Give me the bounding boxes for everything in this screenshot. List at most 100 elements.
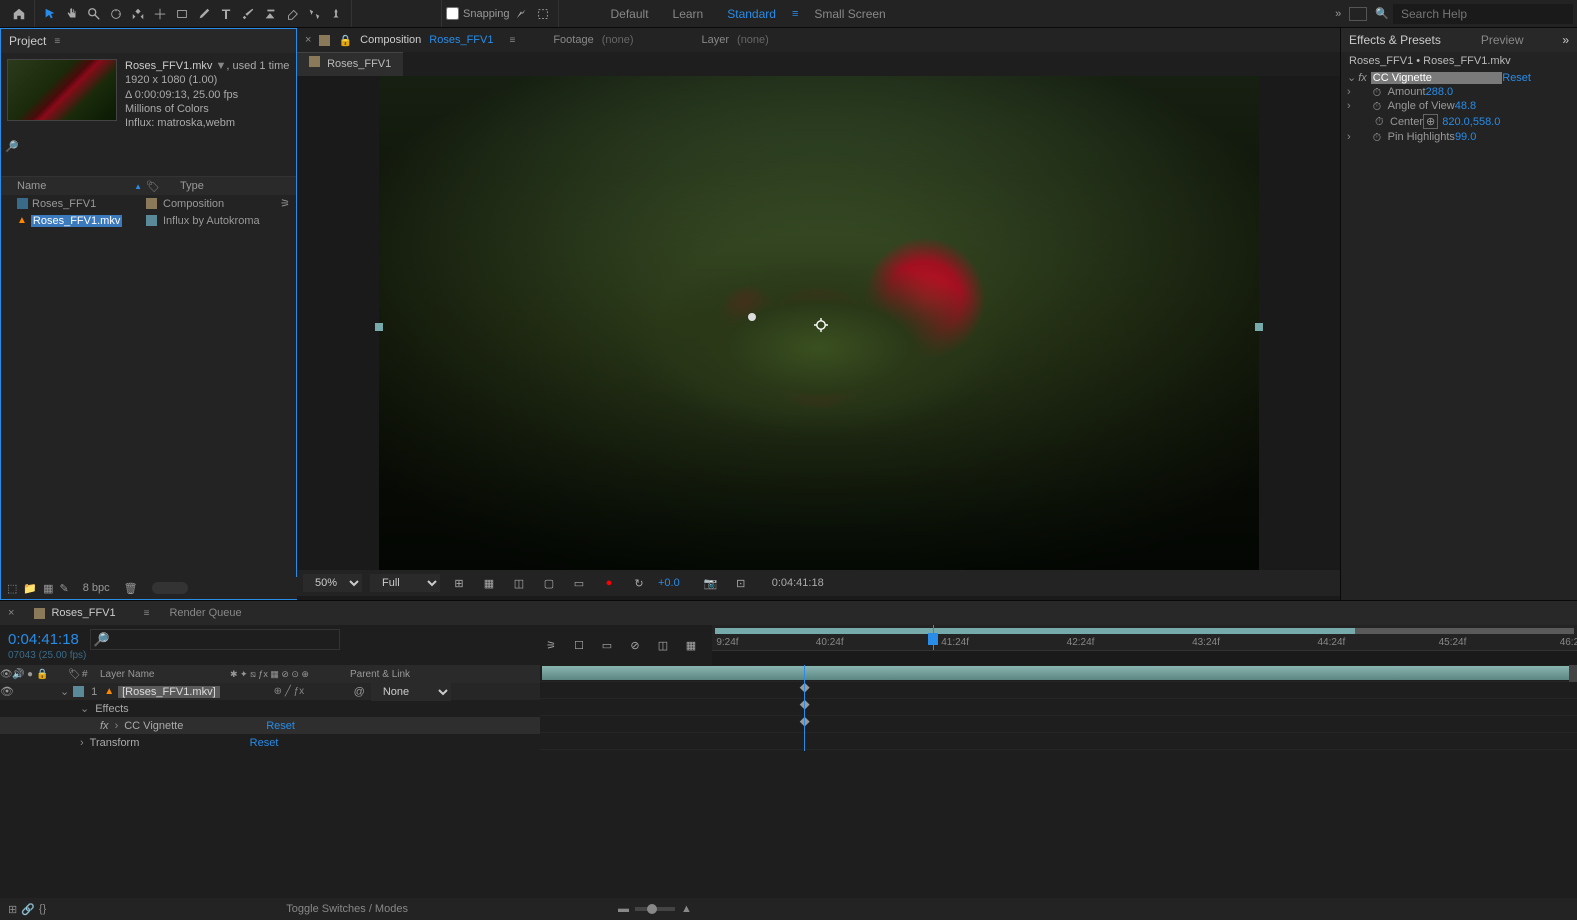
home-icon[interactable] [8, 3, 30, 25]
col-type-header[interactable]: Type [160, 180, 204, 192]
expand-icon[interactable]: › [1347, 131, 1351, 143]
timeline-tracks[interactable] [540, 665, 1577, 751]
expand-icon[interactable]: ⌄ [60, 685, 69, 698]
fx-icon[interactable]: fx [100, 720, 109, 732]
expand-icon[interactable]: ⌄ [80, 702, 89, 715]
rectangle-tool-icon[interactable] [171, 3, 193, 25]
close-tab-icon[interactable]: × [8, 607, 14, 619]
crosshair-icon[interactable]: ⊕ [1423, 114, 1438, 129]
scrollbar[interactable] [1569, 665, 1577, 682]
toggle-view-icon[interactable]: ⊞ [8, 903, 17, 916]
effects-group[interactable]: Effects [95, 703, 128, 715]
layer-label[interactable]: Layer [702, 34, 730, 46]
snapshot-icon[interactable]: 📷 [700, 572, 722, 594]
stopwatch-icon[interactable]: ⏱ [1373, 132, 1384, 143]
tab-menu-icon[interactable]: ≡ [144, 608, 150, 619]
col-layer[interactable]: Layer Name [100, 669, 230, 680]
label-col-icon[interactable]: 🏷 [68, 669, 82, 680]
pan-behind-tool-icon[interactable] [149, 3, 171, 25]
camera-tool-icon[interactable] [127, 3, 149, 25]
zoom-out-icon[interactable]: ▬ [618, 903, 629, 915]
snap-bounds-icon[interactable] [532, 3, 554, 25]
folder-new-icon[interactable]: 📁 [23, 582, 37, 595]
grid-icon[interactable]: ⊞ [448, 572, 470, 594]
prop-center-value[interactable]: 820.0,558.0 [1442, 116, 1500, 128]
expand-icon[interactable]: › [1347, 86, 1351, 98]
effect-name[interactable]: CC Vignette [1371, 72, 1502, 84]
show-snapshot-icon[interactable]: ⊡ [730, 572, 752, 594]
reset-exposure-icon[interactable]: ↻ [628, 572, 650, 594]
label-color[interactable] [73, 686, 84, 697]
zoom-in-icon[interactable]: ▲ [681, 903, 692, 915]
prop-angle-value[interactable]: 48.8 [1455, 100, 1476, 112]
comp-new-icon[interactable]: ▦ [43, 582, 53, 595]
reset-link[interactable]: Reset [250, 737, 279, 749]
workspace-standard[interactable]: Standard [715, 7, 788, 21]
timeline-frames[interactable]: 07043 (25.00 fps) [8, 650, 532, 661]
rotate-tool-icon[interactable] [105, 3, 127, 25]
col-name-header[interactable]: Name [17, 180, 46, 192]
frame-blend-icon[interactable]: ⊘ [624, 634, 646, 656]
project-item-mkv[interactable]: ▲Roses_FFV1.mkv Influx by Autokroma [1, 212, 296, 229]
motion-blur-icon[interactable]: ◫ [652, 634, 674, 656]
comp-menu-icon[interactable]: ≡ [509, 35, 515, 46]
lock-col-icon[interactable]: 🔒 [36, 669, 48, 680]
snap-option-icon[interactable] [510, 3, 532, 25]
playhead-line[interactable] [804, 665, 805, 751]
expand-icon[interactable]: › [115, 720, 119, 732]
adjust-icon[interactable]: ✎ [60, 582, 69, 595]
expand-icon[interactable]: › [1347, 100, 1351, 112]
mask-icon[interactable]: ▦ [478, 572, 500, 594]
workspace-menu-icon[interactable]: ≡ [792, 8, 798, 20]
project-item-comp[interactable]: Roses_FFV1 Composition ⚞ [1, 195, 296, 212]
resolution-dropdown[interactable]: Full [370, 574, 440, 592]
stopwatch-icon[interactable]: ⏱ [1373, 87, 1384, 98]
layer-name[interactable]: [Roses_FFV1.mkv] [118, 686, 220, 698]
overflow-icon[interactable]: » [1335, 8, 1341, 20]
zoom-slider[interactable] [635, 907, 675, 911]
selection-tool-icon[interactable] [39, 3, 61, 25]
pin-tool-icon[interactable] [325, 3, 347, 25]
graph-editor-icon[interactable]: ▦ [680, 634, 702, 656]
anchor-icon[interactable] [814, 318, 824, 328]
hand-tool-icon[interactable] [61, 3, 83, 25]
stopwatch-icon[interactable]: ⏱ [1375, 116, 1386, 127]
parent-dropdown[interactable]: None [371, 683, 451, 701]
eye-icon[interactable]: 👁 [0, 685, 12, 698]
stopwatch-icon[interactable]: ⏱ [1373, 101, 1384, 112]
pen-tool-icon[interactable] [193, 3, 215, 25]
composition-viewer[interactable] [297, 76, 1340, 570]
snapping-checkbox[interactable]: Snapping [446, 7, 510, 20]
panels-icon[interactable] [1349, 7, 1367, 21]
flowchart-icon[interactable]: ⚞ [280, 197, 290, 210]
toggle-switches-button[interactable]: Toggle Switches / Modes [286, 903, 408, 915]
workspace-learn[interactable]: Learn [661, 7, 716, 21]
transparency-icon[interactable]: ▢ [538, 572, 560, 594]
solo-col-icon[interactable]: ● [24, 669, 36, 680]
zoom-tool-icon[interactable] [83, 3, 105, 25]
expand-icon[interactable]: ⌄ [1347, 71, 1356, 84]
search-help-input[interactable] [1393, 4, 1573, 24]
panel-menu-icon[interactable]: ≡ [54, 36, 60, 47]
timeline-ruler[interactable]: 9:24f 40:24f 41:24f 42:24f 43:24f 44:24f… [712, 625, 1577, 651]
overflow-icon[interactable]: » [1562, 33, 1569, 47]
expand-icon[interactable]: › [80, 737, 84, 749]
lock-icon[interactable]: 🔒 [338, 34, 352, 47]
interpret-icon[interactable]: ⬚ [7, 582, 17, 595]
comp-name[interactable]: Roses_FFV1 [429, 34, 493, 46]
slider[interactable] [152, 582, 188, 594]
brackets-icon[interactable]: {} [39, 903, 46, 915]
playhead[interactable] [933, 625, 934, 650]
prop-pin-value[interactable]: 99.0 [1455, 131, 1476, 143]
close-tab-icon[interactable]: × [305, 34, 311, 46]
tag-icon[interactable]: 🏷 [146, 180, 160, 193]
roto-tool-icon[interactable] [303, 3, 325, 25]
bpc-label[interactable]: 8 bpc [83, 582, 110, 594]
col-parent[interactable]: Parent & Link [350, 669, 410, 680]
trash-icon[interactable]: 🗑 [124, 582, 138, 595]
transform-group[interactable]: Transform [90, 737, 238, 749]
preview-tab[interactable]: Preview [1481, 33, 1524, 47]
reset-link[interactable]: Reset [266, 720, 295, 732]
render-queue-tab[interactable]: Render Queue [169, 607, 241, 619]
clip-bar[interactable] [542, 666, 1575, 680]
